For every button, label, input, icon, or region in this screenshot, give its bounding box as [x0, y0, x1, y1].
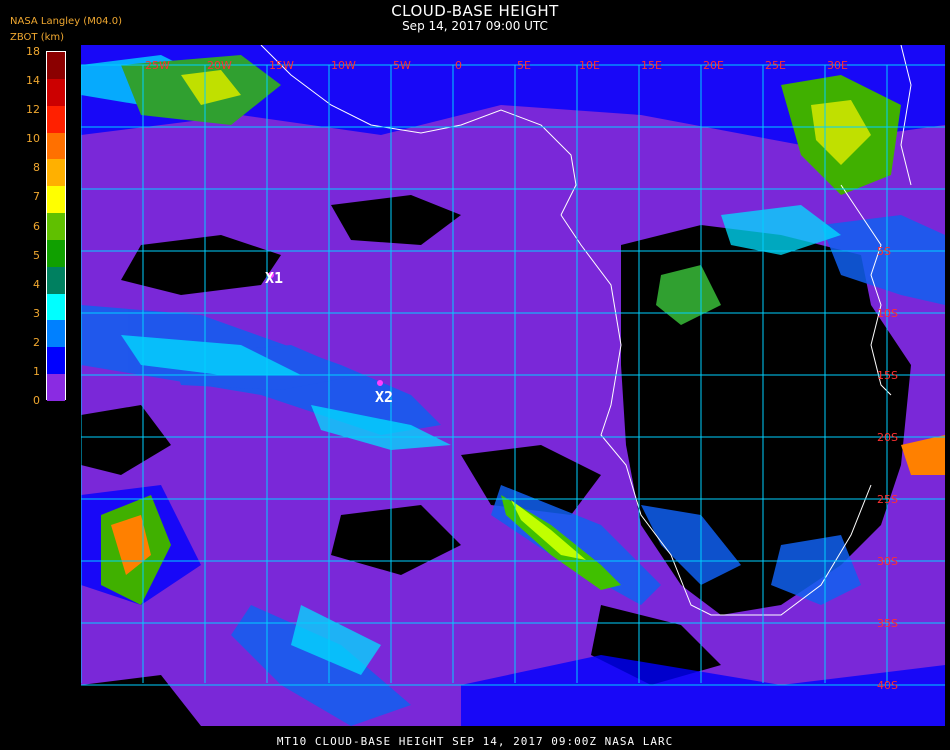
legend-swatch — [47, 293, 65, 321]
color-legend — [46, 51, 66, 401]
legend-tick-label: 14 — [26, 74, 40, 88]
longitude-label: 25E — [765, 59, 786, 72]
legend-swatch — [47, 347, 65, 375]
unit-label: ZBOT (km) — [10, 32, 65, 43]
latitude-label: 5S — [877, 245, 891, 258]
longitude-label: 10W — [331, 59, 356, 72]
legend-tick-label: 7 — [33, 190, 40, 204]
longitude-label: 0 — [455, 59, 462, 72]
longitude-label: 25W — [145, 59, 170, 72]
latitude-label: 30S — [877, 555, 898, 568]
latitude-label: 25S — [877, 493, 898, 506]
footer-caption: MT10 CLOUD-BASE HEIGHT SEP 14, 2017 09:0… — [276, 735, 674, 748]
cloud-map: 5S 10S 15S 20S 25S 30S 35S 40S 25W 20W 15W 10W 5W 0 5… — [81, 45, 945, 726]
marker-x1-label: X1 — [265, 269, 284, 287]
longitude-label: 5W — [393, 59, 411, 72]
legend-tick-label: 2 — [33, 335, 40, 349]
legend-tick-label: 10 — [26, 132, 40, 146]
legend-tick-label: 18 — [26, 45, 40, 58]
legend-swatch — [47, 186, 65, 214]
legend-tick-label: 8 — [33, 161, 40, 175]
marker-x2-label: X2 — [375, 388, 394, 406]
longitude-label: 5E — [517, 59, 531, 72]
latitude-label: 15S — [877, 369, 898, 382]
longitude-label: 20E — [703, 59, 724, 72]
legend-swatch — [47, 266, 65, 294]
map-canvas: 5S 10S 15S 20S 25S 30S 35S 40S 25W 20W 15W 10W 5W 0 5… — [81, 45, 945, 726]
longitude-label: 20W — [207, 59, 232, 72]
latitude-label: 20S — [877, 431, 898, 444]
legend-swatch — [47, 320, 65, 348]
longitude-label: 15W — [269, 59, 294, 72]
latitude-label: 35S — [877, 617, 898, 630]
latitude-label: 10S — [877, 307, 898, 320]
map-subtitle: Sep 14, 2017 09:00 UTC — [402, 19, 548, 33]
source-label: NASA Langley (M04.0) — [10, 16, 122, 27]
legend-swatch — [47, 239, 65, 267]
longitude-label: 10E — [579, 59, 600, 72]
legend-tick-label: 6 — [33, 219, 40, 233]
legend-tick-label: 5 — [33, 248, 40, 262]
longitude-label: 30E — [827, 59, 848, 72]
legend-swatch — [47, 105, 65, 133]
legend-swatch — [47, 52, 65, 79]
legend-tick-label: 1 — [33, 364, 40, 378]
legend-swatch — [47, 78, 65, 106]
legend-swatch — [47, 159, 65, 187]
marker-x2-dot — [377, 380, 383, 386]
legend-swatch — [47, 213, 65, 240]
legend-swatch — [47, 132, 65, 160]
legend-tick-label: 12 — [26, 103, 40, 117]
legend-swatch — [47, 374, 65, 401]
longitude-label: 15E — [641, 59, 662, 72]
latitude-label: 40S — [877, 679, 898, 692]
legend-tick-label: 0 — [33, 394, 40, 407]
legend-tick-label: 3 — [33, 306, 40, 320]
map-title: CLOUD-BASE HEIGHT — [391, 2, 559, 20]
legend-tick-label: 4 — [33, 277, 40, 291]
